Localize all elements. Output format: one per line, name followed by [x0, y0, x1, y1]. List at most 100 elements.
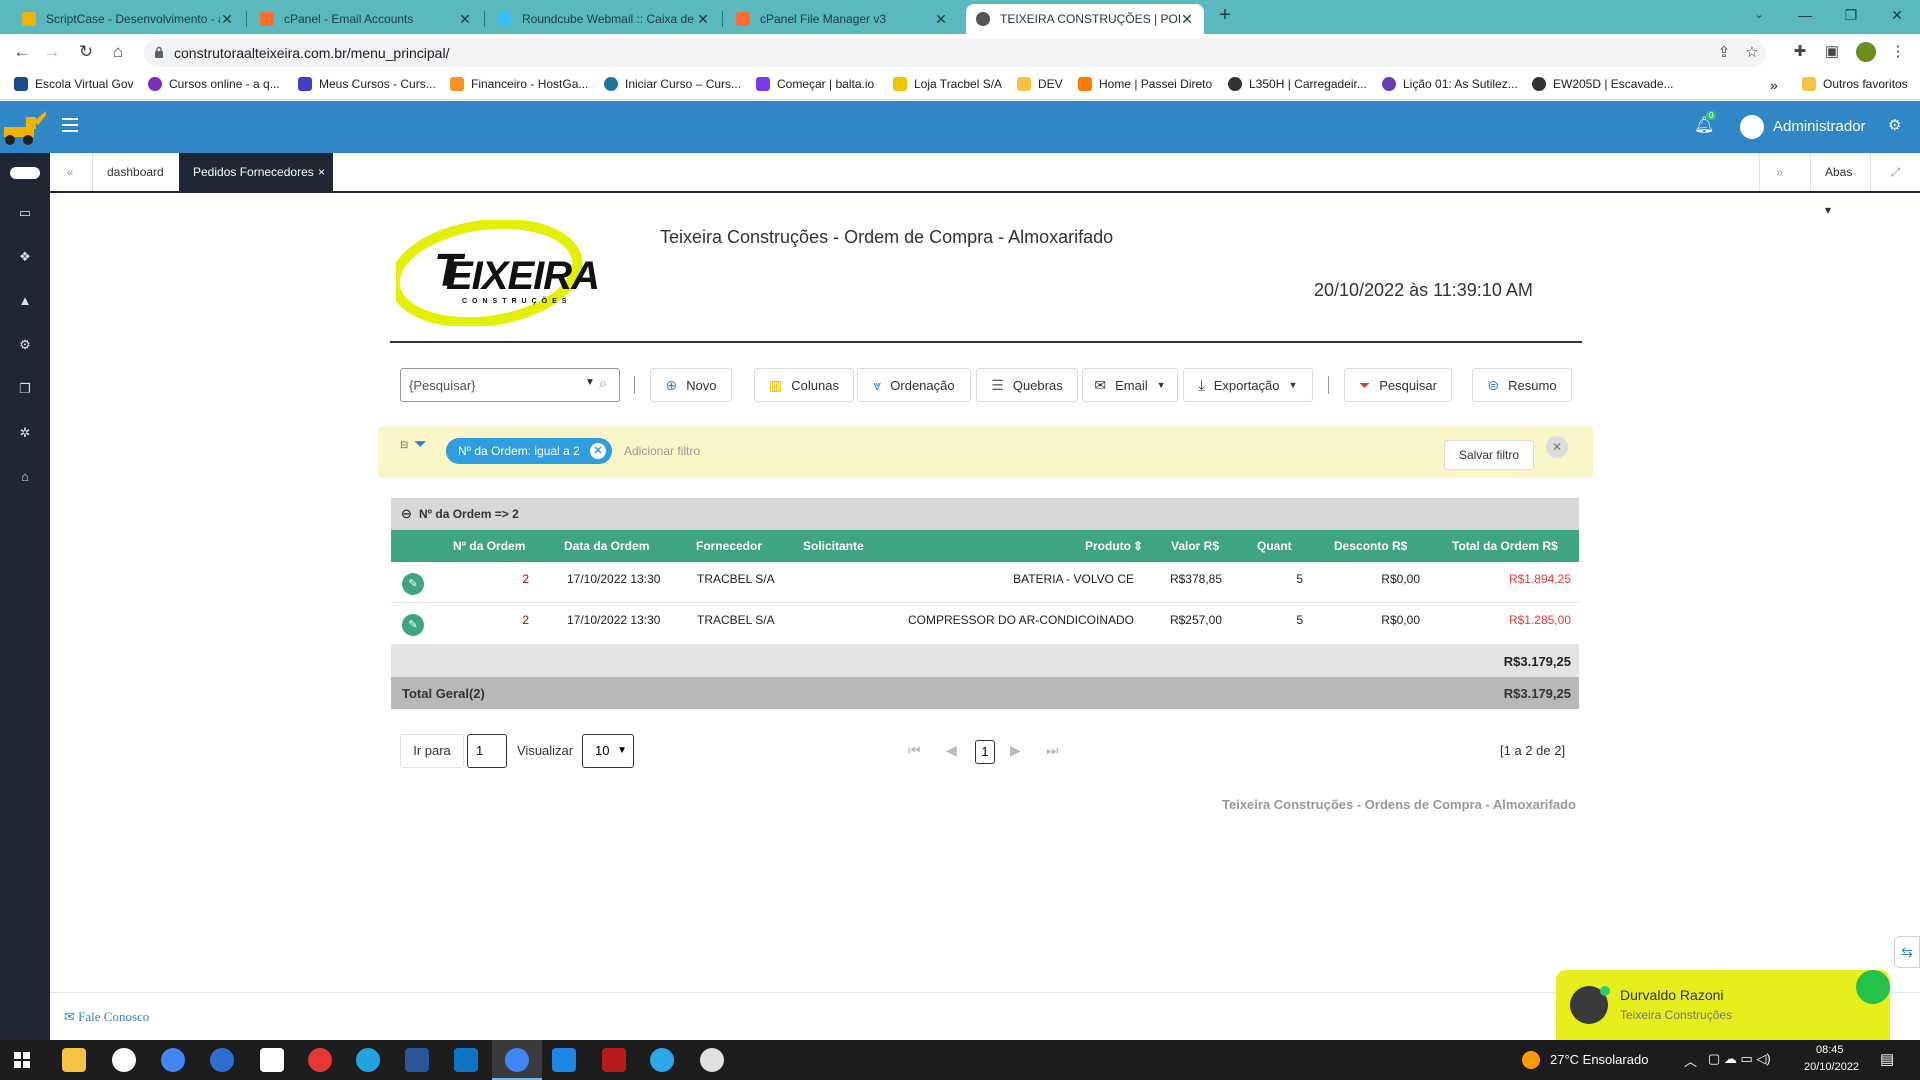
bookmark-item[interactable]: Cursos online - a q...	[148, 77, 280, 91]
bookmark-folder-dev[interactable]: DEV	[1017, 77, 1063, 91]
column-header-produto[interactable]: Produto	[1085, 530, 1131, 562]
word-icon[interactable]	[405, 1048, 429, 1072]
filter-chip[interactable]: Nº da Ordem: igual a 2 ✕	[446, 438, 612, 464]
column-header[interactable]: Fornecedor	[696, 530, 762, 562]
bookmark-item[interactable]: Lição 01: As Sutilez...	[1382, 77, 1518, 91]
search-select[interactable]: {Pesquisar} ▼ ⌕	[400, 368, 620, 402]
tab-pedidos-fornecedores[interactable]: Pedidos Fornecedores ×	[179, 153, 333, 191]
exportacao-button[interactable]: ⤓ Exportação ▼	[1183, 368, 1313, 402]
collapse-toggle-icon[interactable]: ⊟	[400, 440, 408, 451]
novo-button[interactable]: ⊕ Novo	[650, 368, 732, 402]
resumo-button[interactable]: ⊜ Resumo	[1472, 368, 1572, 402]
edit-pencil-icon[interactable]: ✎	[402, 614, 424, 636]
share-icon[interactable]: ⇪	[1714, 43, 1734, 63]
browser-tab-scriptcase[interactable]: ScriptCase - Desenvolvimento - a ✕	[12, 4, 244, 34]
close-icon[interactable]: ✕	[934, 11, 948, 28]
notifications-icon[interactable]: ▤	[1880, 1050, 1894, 1068]
email-button[interactable]: ✉ Email ▼	[1082, 368, 1178, 402]
reload-icon[interactable]: ↻	[74, 41, 98, 63]
close-icon[interactable]: ✕	[696, 11, 710, 28]
bookmark-item[interactable]: L350H | Carregadeir...	[1228, 77, 1367, 91]
new-tab-button[interactable]: +	[1210, 0, 1240, 30]
column-header[interactable]: Total da Ordem R$	[1452, 530, 1558, 562]
prev-page-icon[interactable]: ◀	[946, 742, 957, 759]
forward-icon[interactable]: →	[40, 41, 64, 63]
app-icon[interactable]	[700, 1048, 724, 1072]
profile-avatar[interactable]	[1856, 42, 1876, 62]
column-header[interactable]: Solicitante	[803, 530, 864, 562]
bookmarks-overflow[interactable]: »	[1770, 77, 1778, 93]
app-red-icon[interactable]	[308, 1048, 332, 1072]
close-filter-icon[interactable]: ✕	[1546, 436, 1568, 458]
bookmark-item[interactable]: Começar | balta.io	[756, 77, 874, 91]
ordenacao-button[interactable]: ⩔ Ordenação	[857, 368, 971, 402]
cogs-icon[interactable]: ✲	[15, 423, 35, 443]
bookmark-item[interactable]: EW205D | Escavade...	[1532, 77, 1674, 91]
expand-icon[interactable]: ⤢	[1870, 153, 1920, 191]
column-header[interactable]: Quant	[1257, 530, 1292, 562]
wordpad-icon[interactable]	[210, 1048, 234, 1072]
bookmark-item[interactable]: Meus Cursos - Curs...	[298, 77, 436, 91]
bookmark-item[interactable]: Iniciar Curso – Curs...	[604, 77, 741, 91]
chip-remove-icon[interactable]: ✕	[590, 443, 606, 459]
hamburger-menu-icon[interactable]	[62, 118, 78, 132]
fale-conosco-link[interactable]: ✉ Fale Conosco	[64, 1009, 149, 1025]
chrome-active-task[interactable]	[492, 1040, 542, 1080]
close-icon[interactable]: ✕	[220, 11, 234, 28]
column-header[interactable]: Valor R$	[1171, 530, 1219, 562]
user-avatar-icon[interactable]	[10, 167, 40, 179]
file-explorer-icon[interactable]	[62, 1048, 86, 1072]
tabs-scroll-left-icon[interactable]: «	[50, 153, 90, 191]
first-page-icon[interactable]: ⏮	[908, 742, 921, 759]
browser-tab-file-manager[interactable]: cPanel File Manager v3 ✕	[726, 4, 958, 34]
cubes-icon[interactable]: ❖	[15, 247, 35, 267]
tray-chevron-icon[interactable]: ︿	[1684, 1051, 1697, 1070]
tab-search-icon[interactable]: ⌄	[1736, 0, 1782, 30]
copy-icon[interactable]: ❐	[15, 379, 35, 399]
tray-icons[interactable]: ▢ ☁ ▭ ◁)	[1708, 1051, 1771, 1067]
filezilla-icon[interactable]	[602, 1048, 626, 1072]
colunas-button[interactable]: ▥ Colunas	[754, 368, 854, 402]
edit-pencil-icon[interactable]: ✎	[402, 573, 424, 595]
admin-name[interactable]: Administrador	[1773, 118, 1866, 135]
page-1-button[interactable]: 1	[975, 740, 995, 764]
close-icon[interactable]: ✕	[1180, 11, 1194, 28]
chat-widget[interactable]: Durvaldo Razoni Teixeira Construções	[1556, 970, 1890, 1040]
quebras-button[interactable]: ☰ Quebras	[976, 368, 1078, 402]
back-icon[interactable]: ←	[10, 41, 34, 63]
bank-icon[interactable]: ⌂	[15, 467, 35, 487]
vscode-icon[interactable]	[454, 1048, 478, 1072]
weather-text[interactable]: 27°C Ensolarado	[1550, 1052, 1648, 1067]
column-header[interactable]: Desconto R$	[1334, 530, 1407, 562]
settings-gear-icon[interactable]: ⚙	[1888, 116, 1901, 134]
tab-close-icon[interactable]: ×	[318, 153, 325, 191]
clock-date[interactable]: 20/10/2022	[1804, 1061, 1859, 1073]
browser-tab-cpanel-email[interactable]: cPanel - Email Accounts ✕	[250, 4, 482, 34]
windows-start-icon[interactable]	[14, 1052, 30, 1068]
close-icon[interactable]: ✕	[458, 11, 472, 28]
edge-icon[interactable]	[356, 1048, 380, 1072]
last-page-icon[interactable]: ⏭	[1046, 742, 1059, 759]
goto-page-input[interactable]: 1	[467, 734, 507, 768]
window-close-button[interactable]: ✕	[1874, 0, 1920, 30]
clock-time[interactable]: 08:45	[1816, 1044, 1844, 1056]
next-page-icon[interactable]: ▶	[1010, 742, 1021, 759]
bookmark-item[interactable]: Escola Virtual Gov	[14, 77, 134, 91]
chrome-icon[interactable]	[161, 1048, 185, 1072]
pesquisar-button[interactable]: ⏷ Pesquisar	[1344, 368, 1452, 402]
sidepanel-icon[interactable]: ▣	[1822, 42, 1842, 62]
tab-dashboard[interactable]: dashboard	[92, 153, 178, 191]
menu-dots-icon[interactable]: ⋮	[1888, 42, 1908, 62]
home-icon[interactable]: ⌂	[106, 41, 130, 63]
bookmark-item[interactable]: Financeiro - HostGa...	[450, 77, 588, 91]
bookmark-item[interactable]: Loja Tracbel S/A	[893, 77, 1002, 91]
column-header[interactable]: Nº da Ordem	[453, 530, 525, 562]
maximize-button[interactable]: ❐	[1828, 0, 1874, 30]
telegram-icon[interactable]	[650, 1048, 674, 1072]
extensions-icon[interactable]: ✚	[1790, 42, 1810, 62]
notepad-icon[interactable]	[260, 1048, 284, 1072]
soccer-ball-icon[interactable]	[112, 1048, 136, 1072]
road-icon[interactable]: ▲	[15, 291, 35, 311]
bookmark-folder-other[interactable]: Outros favoritos	[1802, 77, 1908, 91]
abas-dropdown[interactable]: Abas ▾	[1810, 153, 1870, 217]
